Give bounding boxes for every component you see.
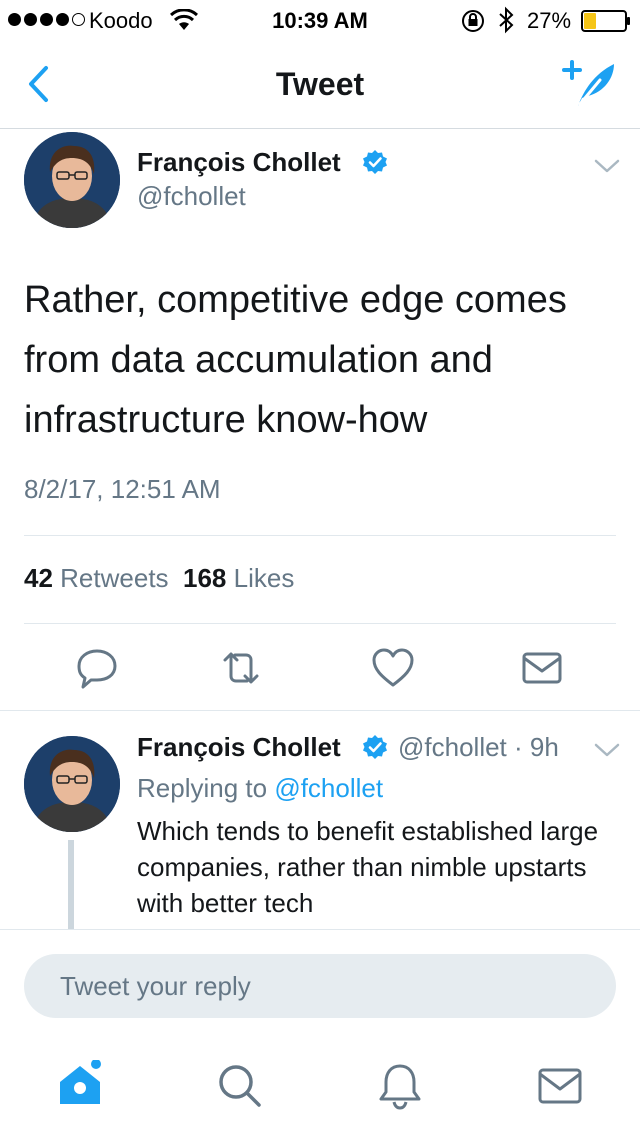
chevron-down-icon[interactable] (594, 158, 620, 174)
verified-badge-icon (363, 735, 387, 759)
replying-prefix: Replying to (137, 773, 268, 803)
divider (24, 623, 616, 624)
thread-line (68, 840, 74, 930)
reply-author-avatar[interactable] (24, 736, 120, 832)
heart-icon[interactable] (371, 646, 415, 690)
retweet-label[interactable]: Retweets (60, 563, 168, 593)
reply-author-name[interactable]: François Chollet (137, 732, 341, 763)
tweet-stats: 42 Retweets 168 Likes (24, 563, 294, 594)
retweet-count[interactable]: 42 (24, 563, 53, 593)
reply-icon[interactable] (75, 646, 119, 690)
author-avatar[interactable] (24, 132, 120, 228)
chevron-down-icon[interactable] (594, 742, 620, 758)
reply-handle-time[interactable]: @fchollet · 9h (398, 732, 559, 763)
home-icon[interactable] (56, 1060, 104, 1108)
replying-to-link[interactable]: @fchollet (274, 773, 383, 803)
retweet-icon[interactable] (219, 646, 263, 690)
tweet-text: Rather, competitive edge comes from data… (24, 279, 567, 441)
author-handle[interactable]: @fchollet (137, 181, 246, 212)
replying-to: Replying to @fchollet (137, 773, 383, 804)
section-divider (0, 710, 640, 711)
author-name[interactable]: François Chollet (137, 147, 341, 178)
reply-input-placeholder: Tweet your reply (60, 971, 251, 1001)
page-title: Tweet (275, 66, 365, 102)
reply-input[interactable]: Tweet your reply (24, 954, 616, 1018)
like-count[interactable]: 168 (183, 563, 226, 593)
compose-tweet-icon[interactable] (562, 58, 618, 110)
divider (24, 535, 616, 536)
navigation-bar: Tweet (0, 40, 640, 129)
status-bar: Koodo 10:39 AM 27% (0, 0, 640, 40)
search-icon[interactable] (216, 1062, 264, 1110)
bluetooth-icon (499, 6, 514, 34)
tweet-detail-screen: Koodo 10:39 AM 27% Tweet François Cholle… (0, 0, 640, 1136)
envelope-icon[interactable] (536, 1062, 584, 1110)
bell-icon[interactable] (376, 1062, 424, 1110)
tweet-timestamp: 8/2/17, 12:51 AM (24, 474, 221, 504)
verified-badge-icon (363, 150, 387, 174)
like-label[interactable]: Likes (234, 563, 295, 593)
battery-icon (581, 10, 630, 32)
battery-percentage: 27% (527, 8, 572, 33)
envelope-icon[interactable] (520, 646, 564, 690)
section-divider (0, 929, 640, 930)
reply-text: Which tends to benefit established large… (137, 816, 599, 918)
rotation-lock-icon (462, 10, 484, 32)
